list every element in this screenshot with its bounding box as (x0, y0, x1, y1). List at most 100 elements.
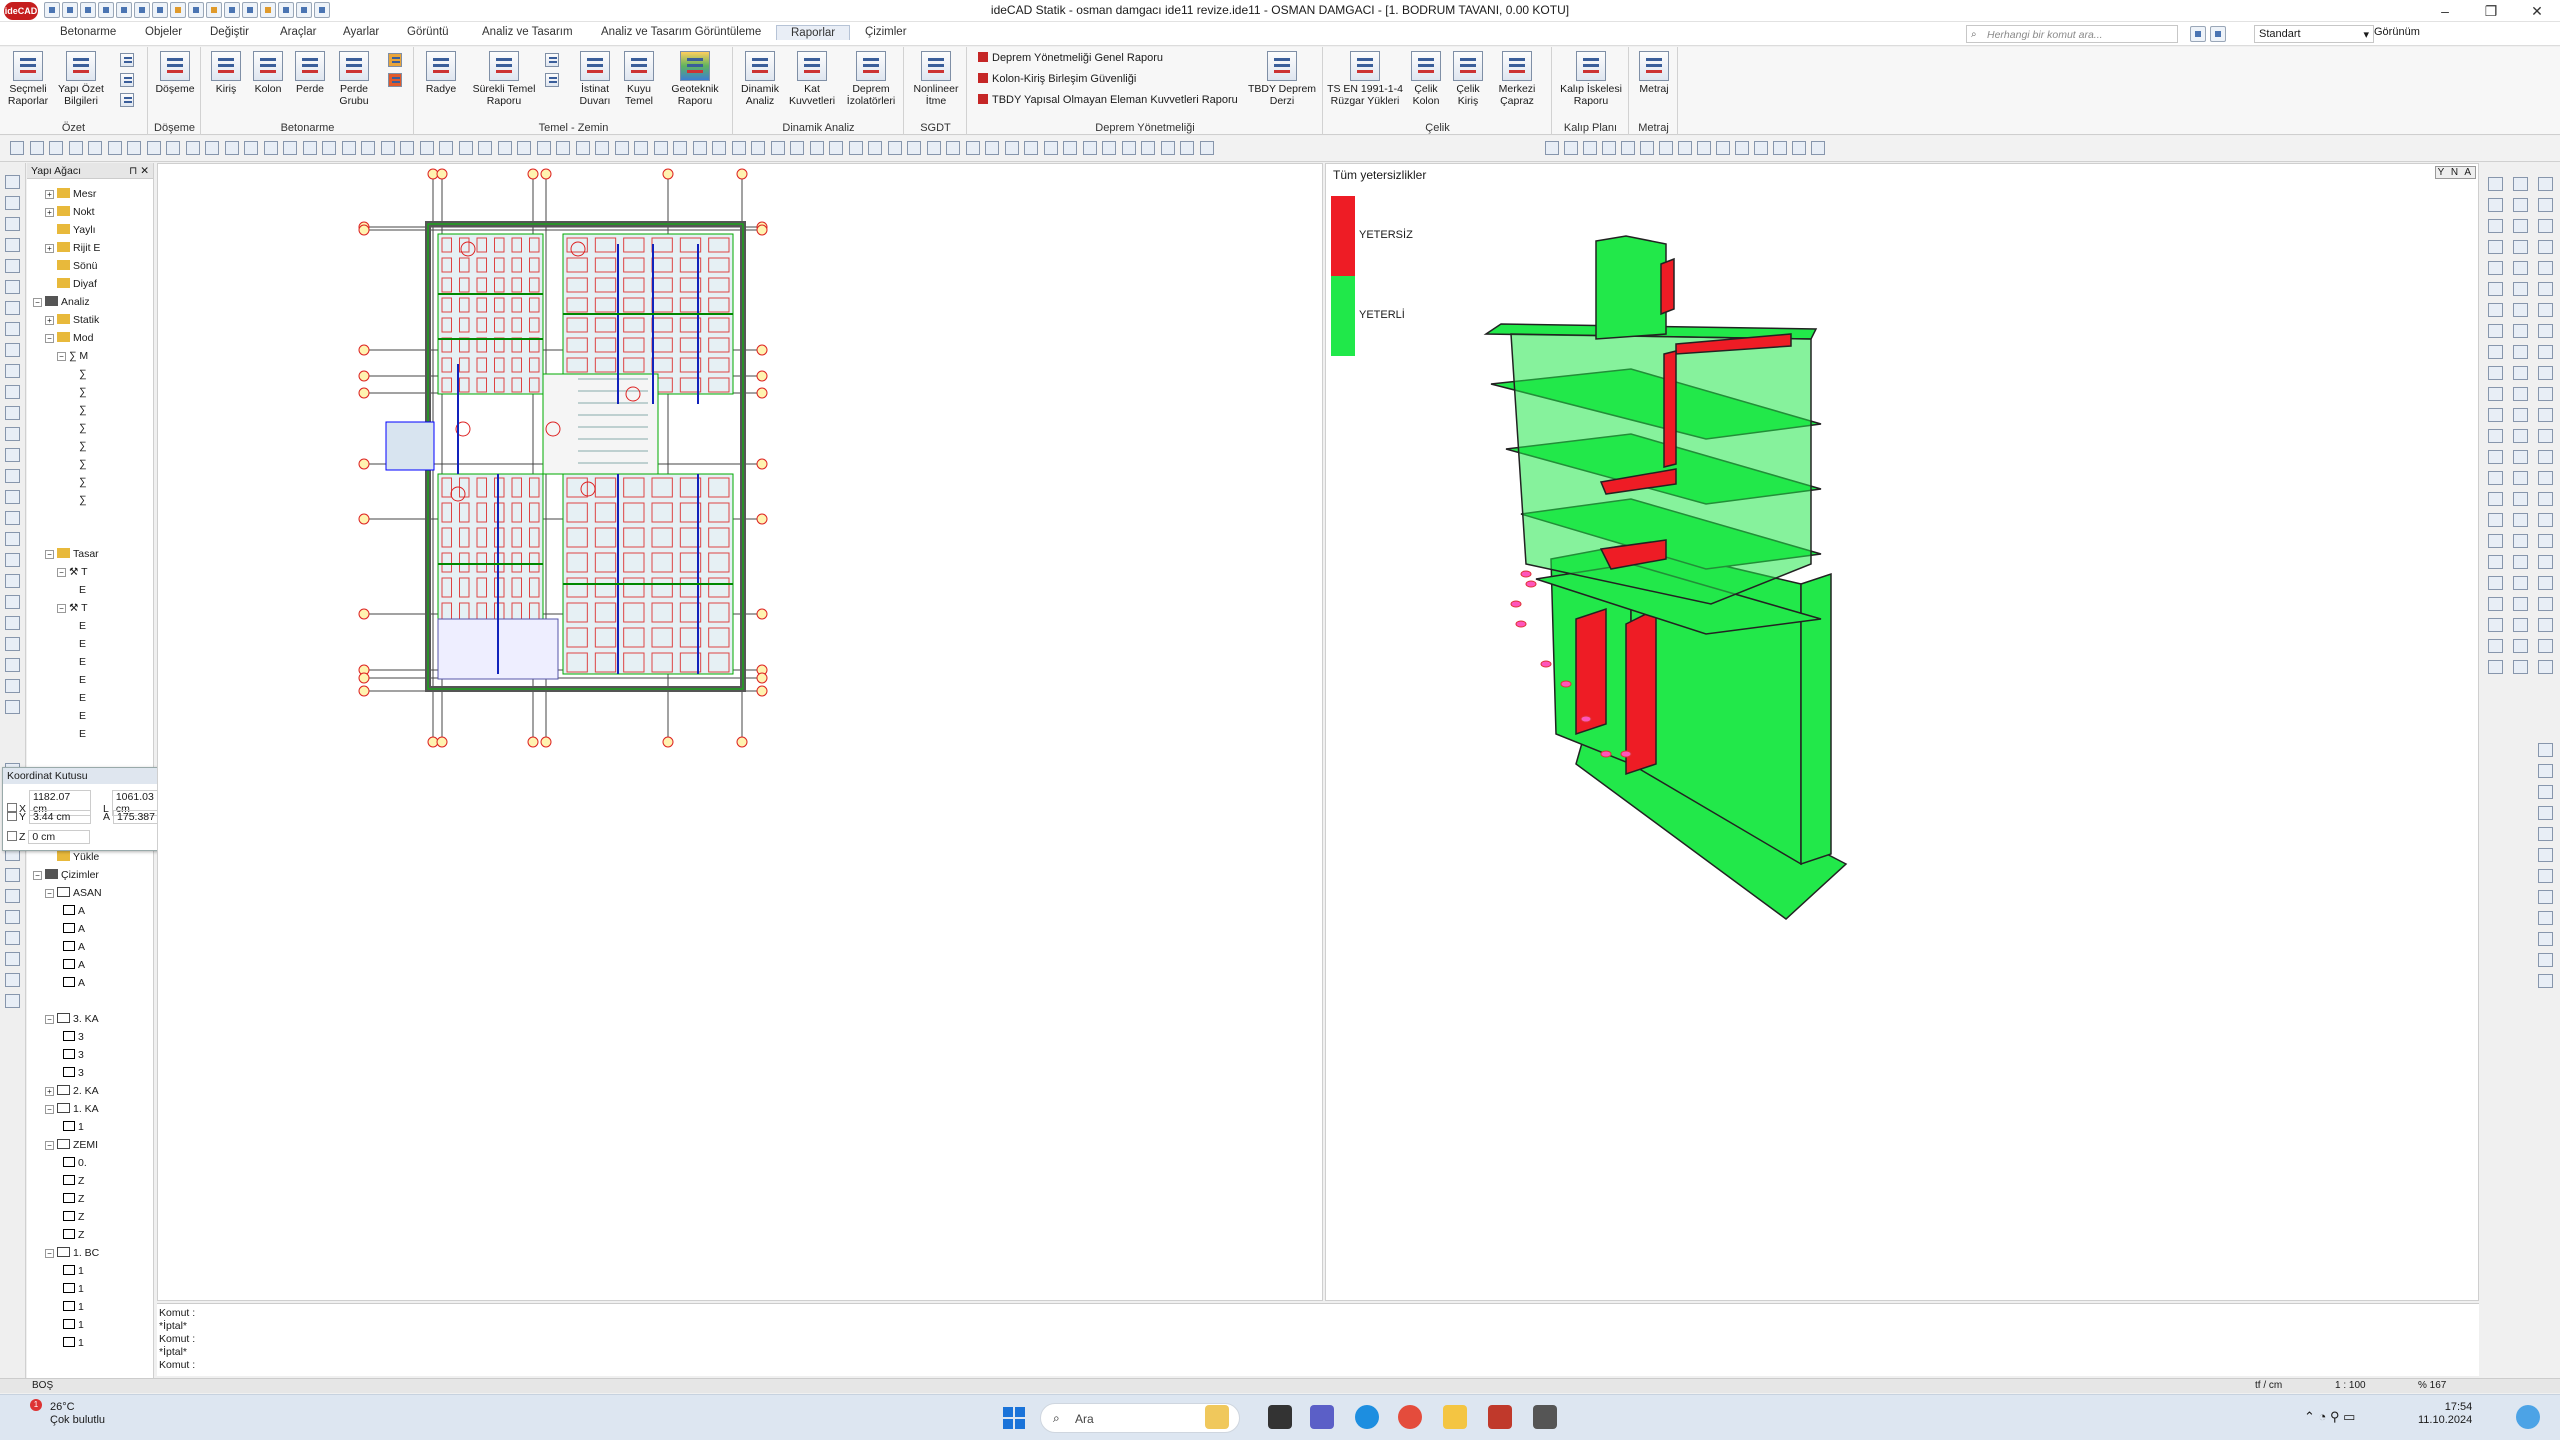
side-tool-icon[interactable] (2538, 513, 2553, 527)
drawing-tool-icon[interactable] (1043, 141, 1058, 155)
tab-analiz-tasarim[interactable]: Analiz ve Tasarım (482, 26, 573, 38)
radye-button[interactable]: Radye (421, 51, 461, 95)
drawing-tool-icon[interactable] (595, 141, 609, 155)
drawing-tool-icon[interactable] (361, 141, 375, 155)
status-zoom[interactable]: % 167 (2418, 1380, 2446, 1391)
side-tool-icon[interactable] (2513, 408, 2528, 422)
drawing-tool-icon[interactable] (829, 141, 843, 155)
side-tool-icon[interactable] (2488, 240, 2503, 254)
tree-item[interactable]: − ZEMI (45, 1138, 98, 1152)
close-icon[interactable]: ✕ (2514, 0, 2560, 22)
view-tool-icon[interactable] (1659, 141, 1673, 155)
metraj-button[interactable]: Metraj (1634, 51, 1674, 95)
task-view-icon[interactable] (1268, 1405, 1292, 1429)
drawing-tool-icon[interactable] (322, 141, 336, 155)
drawing-tool-icon[interactable] (634, 141, 648, 155)
tray-icons[interactable]: ⌃ ◔ ⚲ ▭ (2304, 1409, 2355, 1425)
status-scale[interactable]: 1 : 100 (2335, 1380, 2366, 1391)
tree-item[interactable]: − ⚒ T (57, 565, 88, 579)
drawing-tool-icon[interactable] (400, 141, 414, 155)
drawing-tool-icon[interactable] (770, 141, 785, 155)
drawing-tool-icon[interactable] (166, 141, 180, 155)
drawing-tool-icon[interactable] (263, 141, 278, 155)
side-tool-icon[interactable] (5, 301, 20, 315)
tree-leaf[interactable]: E (79, 691, 86, 705)
side-tool-icon[interactable] (2538, 785, 2553, 799)
tree-item[interactable]: − ⚒ T (57, 601, 88, 615)
drawing-tool-icon[interactable] (107, 141, 122, 155)
side-tool-icon[interactable] (2538, 345, 2553, 359)
drawing-tool-icon[interactable] (1082, 141, 1097, 155)
tree-leaf[interactable]: Z (63, 1228, 84, 1242)
tree-item[interactable]: −1. KA (45, 1102, 99, 1116)
side-tool-icon[interactable] (5, 637, 20, 651)
tree-leaf[interactable]: ∑ (79, 367, 87, 381)
perde-button[interactable]: Perde (290, 51, 330, 95)
side-tool-icon[interactable] (2513, 282, 2528, 296)
tree-leaf[interactable]: E (79, 655, 86, 669)
side-tool-icon[interactable] (2488, 513, 2503, 527)
tree-item[interactable]: +2. KA (45, 1084, 99, 1098)
tree-leaf[interactable]: E (79, 727, 86, 741)
small-report-icon[interactable] (120, 73, 134, 87)
side-tool-icon[interactable] (5, 427, 20, 441)
side-tool-icon[interactable] (2488, 576, 2503, 590)
drawing-tool-icon[interactable] (244, 141, 258, 155)
side-tool-icon[interactable] (2538, 597, 2553, 611)
side-tool-icon[interactable] (2488, 660, 2503, 674)
side-tool-icon[interactable] (2488, 198, 2503, 212)
dinamik-analiz-button[interactable]: Dinamik Analiz (738, 51, 782, 107)
command-search-input[interactable]: ⌕ Herhangi bir komut ara... (1966, 25, 2178, 43)
side-tool-icon[interactable] (2513, 660, 2528, 674)
side-tool-icon[interactable] (5, 595, 20, 609)
side-tool-icon[interactable] (2538, 555, 2553, 569)
side-tool-icon[interactable] (2513, 618, 2528, 632)
side-tool-icon[interactable] (5, 868, 20, 882)
style-select[interactable]: Standart ▾ (2254, 25, 2374, 43)
side-tool-icon[interactable] (2538, 492, 2553, 506)
side-tool-icon[interactable] (2538, 974, 2553, 988)
drawing-tool-icon[interactable] (907, 141, 921, 155)
tree-item[interactable]: −3. KA (45, 1012, 99, 1026)
restore-icon[interactable]: ❐ (2468, 0, 2514, 22)
view-tool-icon[interactable] (1602, 141, 1616, 155)
side-tool-icon[interactable] (2488, 345, 2503, 359)
tree-leaf[interactable]: Z (63, 1210, 84, 1224)
kiris-button[interactable]: Kiriş (206, 51, 246, 95)
drawing-tool-icon[interactable] (458, 141, 473, 155)
side-tool-icon[interactable] (2488, 177, 2503, 191)
tree-leaf[interactable]: 1 (63, 1264, 84, 1278)
side-tool-icon[interactable] (2538, 303, 2553, 317)
side-tool-icon[interactable] (2513, 324, 2528, 338)
view-tool-icon[interactable] (1545, 141, 1559, 155)
side-tool-icon[interactable] (2538, 890, 2553, 904)
drawing-tool-icon[interactable] (926, 141, 941, 155)
tree-leaf[interactable]: 1 (63, 1318, 84, 1332)
side-tool-icon[interactable] (2488, 219, 2503, 233)
side-tool-icon[interactable] (2488, 450, 2503, 464)
drawing-tool-icon[interactable] (302, 141, 317, 155)
view-tool-icon[interactable] (1640, 141, 1654, 155)
drawing-tool-icon[interactable] (712, 141, 726, 155)
view-tool-icon[interactable] (1678, 141, 1692, 155)
z-lock-checkbox[interactable] (7, 831, 17, 841)
tree-leaf[interactable]: 1 (63, 1120, 84, 1134)
drawing-tool-icon[interactable] (887, 141, 902, 155)
side-tool-icon[interactable] (2538, 576, 2553, 590)
tree-leaf[interactable]: ∑ (79, 403, 87, 417)
side-tool-icon[interactable] (5, 679, 20, 693)
drawing-tool-icon[interactable] (751, 141, 765, 155)
drawing-tool-icon[interactable] (985, 141, 999, 155)
tree-leaf[interactable]: 3 (63, 1048, 84, 1062)
side-tool-icon[interactable] (2513, 303, 2528, 317)
kalip-iskelesi-button[interactable]: Kalıp İskelesi Raporu (1556, 51, 1626, 107)
tab-degistir[interactable]: Değiştir (210, 26, 249, 38)
floor-plan-drawing[interactable] (158, 164, 1324, 1302)
side-tool-icon[interactable] (5, 406, 20, 420)
celik-kolon-button[interactable]: Çelik Kolon (1406, 51, 1446, 107)
tab-goruntu[interactable]: Görüntü (407, 26, 449, 38)
kolon-button[interactable]: Kolon (248, 51, 288, 95)
side-tool-icon[interactable] (2488, 282, 2503, 296)
tree-item[interactable]: + Nokt (45, 205, 95, 219)
tbdy-deprem-derzi-button[interactable]: TBDY Deprem Derzi (1246, 51, 1318, 107)
